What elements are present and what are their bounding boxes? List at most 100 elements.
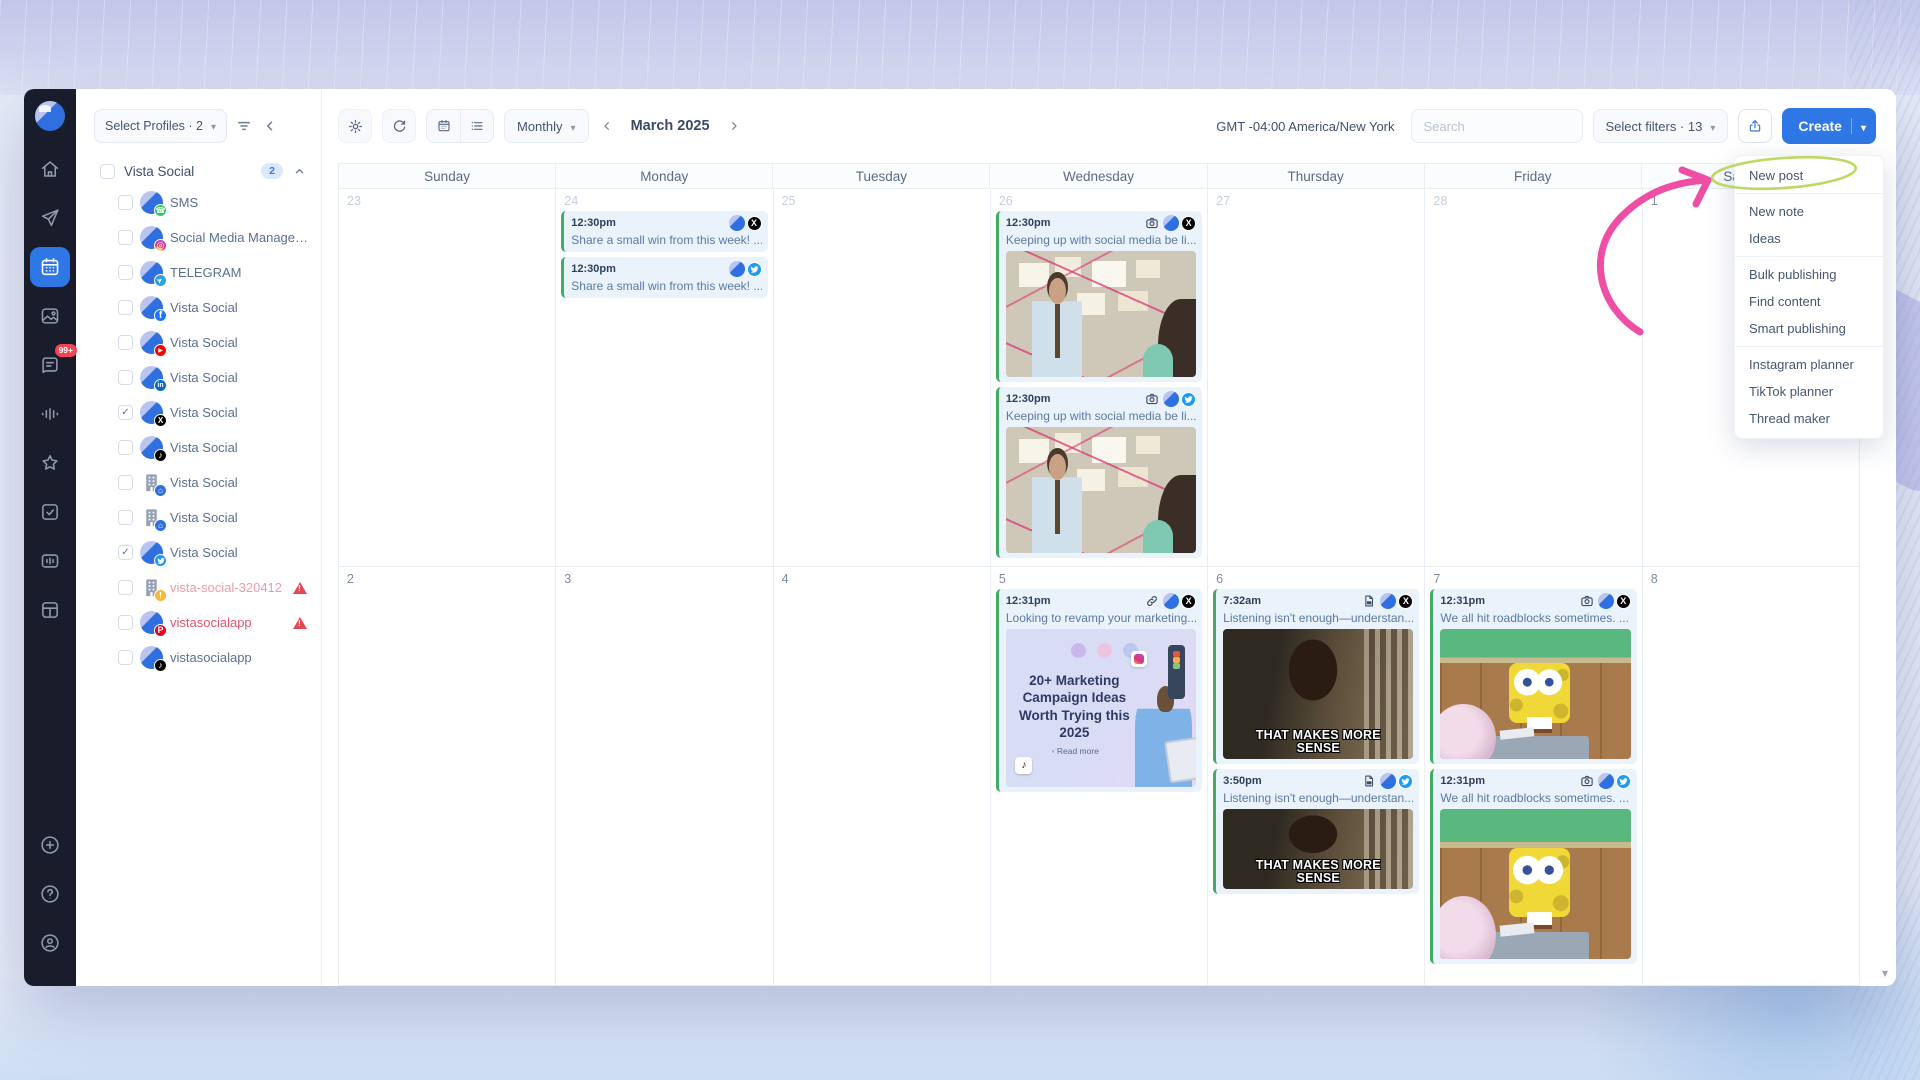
day-cell[interactable]: 7 12:31pm We all hit roadblocks sometime… <box>1425 566 1642 986</box>
next-month-button[interactable] <box>726 118 742 134</box>
sidebar-item-help[interactable] <box>30 874 70 914</box>
report-icon <box>39 550 61 572</box>
business-badge <box>154 519 167 532</box>
profile-checkbox[interactable] <box>118 405 133 420</box>
calendar-event[interactable]: 12:31pm Looking to revamp your marketing… <box>996 589 1202 792</box>
profile-checkbox[interactable] <box>118 265 133 280</box>
sidebar-item-account[interactable] <box>30 923 70 963</box>
whatsapp-badge <box>154 204 167 217</box>
calendar-event[interactable]: 12:31pm We all hit roadblocks sometimes.… <box>1430 769 1636 964</box>
group-collapse-button[interactable] <box>292 164 307 179</box>
day-cell[interactable]: 27 <box>1208 188 1425 566</box>
select-profiles-dropdown[interactable]: Select Profiles · 2 <box>94 109 227 143</box>
list-view-button[interactable] <box>460 110 493 142</box>
day-cell[interactable]: 5 12:31pm Looking to revamp your marketi… <box>991 566 1208 986</box>
profile-checkbox[interactable] <box>118 195 133 210</box>
profile-group-header[interactable]: Vista Social 2 <box>76 153 321 185</box>
profile-avatar <box>1163 593 1179 609</box>
sidebar-item-calendar[interactable] <box>30 247 70 287</box>
day-cell[interactable]: 6 7:32am Listening isn't enough—understa… <box>1208 566 1425 986</box>
profile-checkbox[interactable] <box>118 300 133 315</box>
event-title: Listening isn't enough—understan... <box>1223 791 1413 805</box>
sidebar-item-inbox[interactable]: 99+ <box>30 345 70 385</box>
profile-row[interactable]: TELEGRAM <box>76 255 321 290</box>
calendar-event[interactable]: 3:50pm Listening isn't enough—understan.… <box>1213 769 1419 894</box>
profile-row[interactable]: vistasocialapp <box>76 640 321 675</box>
day-cell[interactable]: 24 12:30pm Share a small win from this w… <box>556 188 773 566</box>
profile-checkbox[interactable] <box>118 650 133 665</box>
sidebar-item-dashboard[interactable] <box>30 590 70 630</box>
profile-row[interactable]: vistasocialapp <box>76 605 321 640</box>
day-cell[interactable]: 26 12:30pm Keeping up with social media … <box>991 188 1208 566</box>
calendar-event[interactable]: 7:32am Listening isn't enough—understan.… <box>1213 589 1419 764</box>
calendar-event[interactable]: 12:30pm Keeping up with social media be … <box>996 387 1202 558</box>
calendar-event[interactable]: 12:31pm We all hit roadblocks sometimes.… <box>1430 589 1636 764</box>
profile-row[interactable]: Vista Social <box>76 360 321 395</box>
sidebar-item-media[interactable] <box>30 296 70 336</box>
profile-row[interactable]: Vista Social <box>76 465 321 500</box>
search-input[interactable] <box>1411 109 1583 143</box>
menu-divider <box>1735 256 1883 257</box>
sidebar-item-reports[interactable] <box>30 541 70 581</box>
sidebar-item-add[interactable] <box>30 825 70 865</box>
day-cell[interactable]: 3 <box>556 566 773 986</box>
sidebar-item-tasks[interactable] <box>30 492 70 532</box>
profile-filter-button[interactable] <box>235 117 253 135</box>
calendar-settings-button[interactable] <box>338 109 372 143</box>
profile-checkbox[interactable] <box>118 335 133 350</box>
sidebar-item-home[interactable] <box>30 149 70 189</box>
profile-avatar <box>140 611 163 634</box>
menu-item-instagram-planner[interactable]: Instagram planner <box>1735 351 1883 378</box>
previous-month-button[interactable] <box>599 118 615 134</box>
export-button[interactable] <box>1738 109 1772 143</box>
calendar-event[interactable]: 12:30pm Share a small win from this week… <box>561 257 767 298</box>
profile-row[interactable]: Vista Social <box>76 500 321 535</box>
menu-item-new-post[interactable]: New post <box>1735 162 1883 189</box>
profile-row[interactable]: Vista Social <box>76 430 321 465</box>
menu-item-ideas[interactable]: Ideas <box>1735 225 1883 252</box>
select-filters-dropdown[interactable]: Select filters · 13 <box>1593 109 1729 143</box>
profile-checkbox[interactable] <box>118 230 133 245</box>
day-cell[interactable]: 4 <box>774 566 991 986</box>
profile-row[interactable]: Vista Social <box>76 290 321 325</box>
image-caption: THAT MAKES MORE SENSE <box>1223 859 1413 887</box>
menu-item-smart-publishing[interactable]: Smart publishing <box>1735 315 1883 342</box>
profile-row[interactable]: Vista Social <box>76 395 321 430</box>
profile-checkbox[interactable] <box>118 475 133 490</box>
collapse-panel-button[interactable] <box>261 117 279 135</box>
create-button[interactable]: Create <box>1782 108 1876 144</box>
profile-row[interactable]: Vista Social <box>76 325 321 360</box>
menu-item-thread-maker[interactable]: Thread maker <box>1735 405 1883 432</box>
profile-row[interactable]: SMS <box>76 185 321 220</box>
profile-checkbox[interactable] <box>118 370 133 385</box>
menu-item-tiktok-planner[interactable]: TikTok planner <box>1735 378 1883 405</box>
menu-item-new-note[interactable]: New note <box>1735 198 1883 225</box>
view-range-dropdown[interactable]: Monthly <box>504 109 589 143</box>
calendar-event[interactable]: 12:30pm Share a small win from this week… <box>561 211 767 252</box>
profile-checkbox[interactable] <box>118 545 133 560</box>
sidebar-item-publish[interactable] <box>30 198 70 238</box>
menu-item-bulk-publishing[interactable]: Bulk publishing <box>1735 261 1883 288</box>
day-cell[interactable]: 8 <box>1643 566 1860 986</box>
warning-icon <box>293 617 307 629</box>
sidebar-item-listening[interactable] <box>30 394 70 434</box>
day-cell[interactable]: 2 <box>339 566 556 986</box>
menu-item-find-content[interactable]: Find content <box>1735 288 1883 315</box>
profile-row[interactable]: Social Media Managem... <box>76 220 321 255</box>
event-time: 12:30pm <box>1006 217 1145 229</box>
refresh-button[interactable] <box>382 109 416 143</box>
profile-row[interactable]: Vista Social <box>76 535 321 570</box>
day-cell[interactable]: 23 <box>339 188 556 566</box>
profile-row[interactable]: vista-social-320412 <box>76 570 321 605</box>
profile-checkbox[interactable] <box>118 440 133 455</box>
day-cell[interactable]: 25 <box>774 188 991 566</box>
calendar-event[interactable]: 12:30pm Keeping up with social media be … <box>996 211 1202 382</box>
profile-checkbox[interactable] <box>118 580 133 595</box>
sidebar-item-reviews[interactable] <box>30 443 70 483</box>
profile-checkbox[interactable] <box>118 615 133 630</box>
profile-checkbox[interactable] <box>118 510 133 525</box>
group-checkbox[interactable] <box>100 164 115 179</box>
calendar-view-button[interactable] <box>427 110 460 142</box>
scroll-down-indicator[interactable] <box>1882 966 1888 980</box>
day-cell[interactable]: 28 <box>1425 188 1642 566</box>
